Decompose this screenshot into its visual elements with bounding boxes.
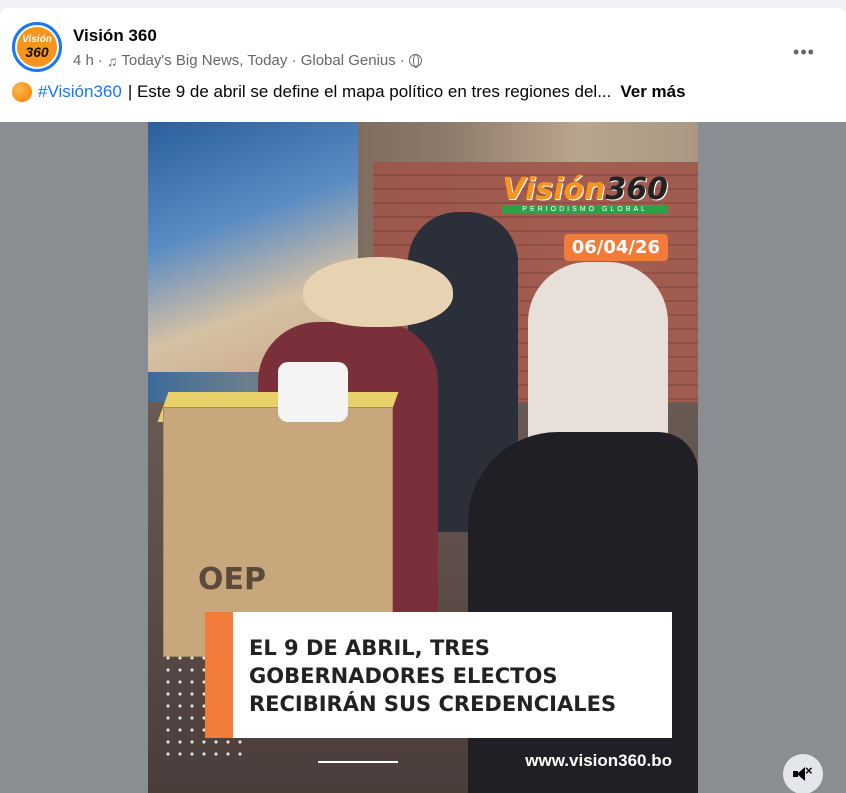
post-meta: 4 h · ♫ Today's Big News, Today · Global… bbox=[73, 52, 422, 69]
page-name[interactable]: Visión 360 bbox=[73, 26, 157, 46]
globe-icon[interactable] bbox=[408, 54, 422, 68]
post-header: Visión 360 Visión 360 4 h · ♫ Today's Bi… bbox=[12, 20, 832, 72]
headline-line-3: RECIBIRÁN SUS CREDENCIALES bbox=[249, 692, 617, 716]
audio-track[interactable]: Today's Big News, Today · Global Genius bbox=[121, 52, 395, 69]
headline-box: EL 9 DE ABRIL, TRES GOBERNADORES ELECTOS… bbox=[205, 612, 672, 738]
logo-wordmark: Visión360 bbox=[502, 172, 668, 207]
speaker-muted-icon: × bbox=[792, 763, 814, 782]
orange-circle-icon bbox=[12, 82, 32, 102]
website-url: www.vision360.bo bbox=[525, 751, 672, 770]
headline-line-1: EL 9 DE ABRIL, TRES bbox=[249, 636, 490, 660]
logo-tagline: PERIODISMO GLOBAL bbox=[502, 205, 668, 214]
headline-text: EL 9 DE ABRIL, TRES GOBERNADORES ELECTOS… bbox=[233, 612, 672, 738]
video-player[interactable]: OEP Visión360 PERIODISMO GLOBAL 06/04/26… bbox=[0, 122, 846, 793]
video-frame[interactable]: OEP Visión360 PERIODISMO GLOBAL 06/04/26… bbox=[148, 122, 698, 793]
hashtag-link[interactable]: #Visión360 bbox=[38, 82, 122, 102]
page-avatar[interactable]: Visión 360 bbox=[12, 22, 62, 72]
straw-hat bbox=[303, 257, 453, 327]
more-options-icon[interactable]: ••• bbox=[786, 34, 822, 70]
headline-accent-bar bbox=[205, 612, 233, 738]
post-caption: #Visión360 | Este 9 de abril se define e… bbox=[12, 82, 686, 102]
ballot-box-label: OEP bbox=[198, 562, 266, 597]
see-more-link[interactable]: Ver más bbox=[620, 82, 685, 102]
video-logo: Visión360 PERIODISMO GLOBAL bbox=[502, 172, 668, 214]
avatar-logo-number: 360 bbox=[25, 44, 49, 60]
logo-number: 360 bbox=[605, 172, 668, 207]
caption-text: | Este 9 de abril se define el mapa polí… bbox=[127, 82, 612, 101]
post-time[interactable]: 4 h bbox=[73, 52, 94, 69]
logo-word: Visión bbox=[502, 172, 606, 207]
music-note-icon: ♫ bbox=[106, 52, 118, 69]
mute-button[interactable]: × bbox=[783, 754, 823, 793]
avatar-logo: Visión 360 bbox=[17, 27, 57, 67]
post-card: Visión 360 Visión 360 4 h · ♫ Today's Bi… bbox=[0, 8, 846, 793]
meta-separator: · bbox=[97, 52, 103, 69]
meta-separator-2: · bbox=[399, 52, 405, 69]
website-divider bbox=[318, 761, 398, 763]
date-badge: 06/04/26 bbox=[563, 234, 668, 261]
tape-roll bbox=[278, 362, 348, 422]
mute-x-mark: × bbox=[805, 763, 813, 778]
headline-line-2: GOBERNADORES ELECTOS bbox=[249, 664, 558, 688]
speaker-cone bbox=[797, 767, 805, 781]
